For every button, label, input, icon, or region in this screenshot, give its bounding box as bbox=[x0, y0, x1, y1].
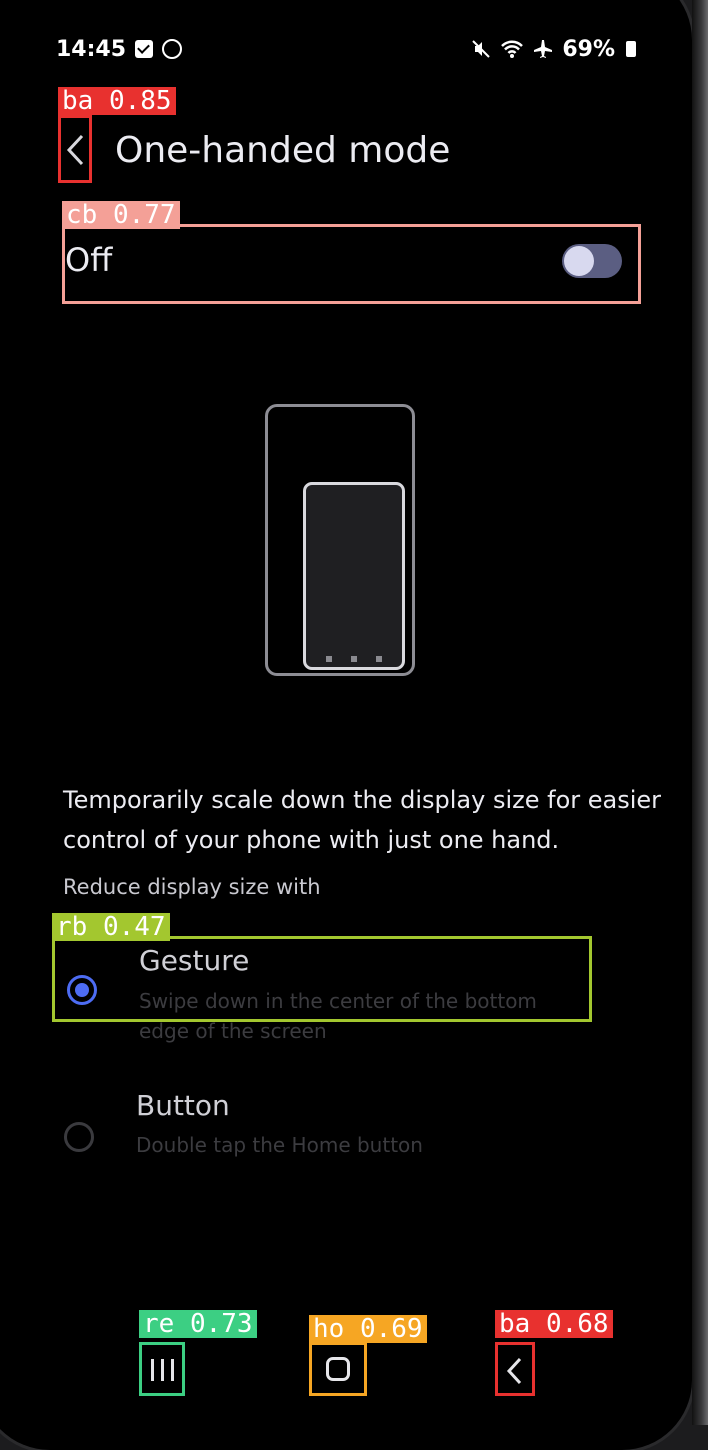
phone-illustration-inner bbox=[303, 482, 405, 670]
status-bar: 14:45 69% bbox=[56, 33, 636, 65]
home-icon bbox=[326, 1357, 350, 1381]
recents-button[interactable] bbox=[139, 1342, 185, 1396]
home-button[interactable] bbox=[309, 1342, 367, 1396]
detection-tag-recents: re 0.73 bbox=[139, 1310, 257, 1338]
toggle-label: Off bbox=[65, 241, 113, 279]
device-edge bbox=[692, 0, 708, 1425]
option-button[interactable]: Button Double tap the Home button bbox=[52, 1086, 592, 1172]
status-time: 14:45 bbox=[56, 36, 127, 62]
detection-tag-back: ba 0.85 bbox=[58, 87, 176, 115]
section-label: Reduce display size with bbox=[63, 875, 321, 899]
toggle-switch[interactable] bbox=[562, 244, 622, 278]
nav-back-button[interactable] bbox=[495, 1342, 535, 1396]
radio-button[interactable] bbox=[64, 1122, 94, 1152]
wifi-icon bbox=[501, 40, 524, 58]
detection-tag-nav-back: ba 0.68 bbox=[495, 1310, 613, 1338]
chevron-left-icon bbox=[506, 1357, 522, 1385]
circle-icon bbox=[162, 39, 183, 59]
radio-gesture[interactable] bbox=[67, 975, 97, 1005]
back-button[interactable] bbox=[58, 115, 92, 183]
option-title: Button bbox=[136, 1089, 230, 1122]
page-title: One-handed mode bbox=[115, 130, 451, 171]
check-square-icon bbox=[135, 40, 154, 58]
feature-description: Temporarily scale down the display size … bbox=[63, 786, 662, 854]
master-toggle-row[interactable]: Off bbox=[62, 224, 641, 304]
chevron-left-icon bbox=[66, 134, 84, 166]
option-title: Gesture bbox=[139, 944, 250, 977]
option-subtitle: Swipe down in the center of the bottom e… bbox=[139, 989, 537, 1043]
detection-tag-home: ho 0.69 bbox=[309, 1315, 427, 1343]
recents-icon bbox=[151, 1359, 174, 1381]
option-gesture[interactable]: Gesture Swipe down in the center of the … bbox=[52, 936, 592, 1043]
option-subtitle: Double tap the Home button bbox=[136, 1133, 423, 1157]
battery-icon bbox=[626, 41, 636, 57]
battery-percent: 69% bbox=[562, 36, 615, 62]
toggle-knob bbox=[564, 246, 594, 276]
mute-icon bbox=[472, 40, 491, 58]
airplane-icon bbox=[534, 40, 553, 58]
